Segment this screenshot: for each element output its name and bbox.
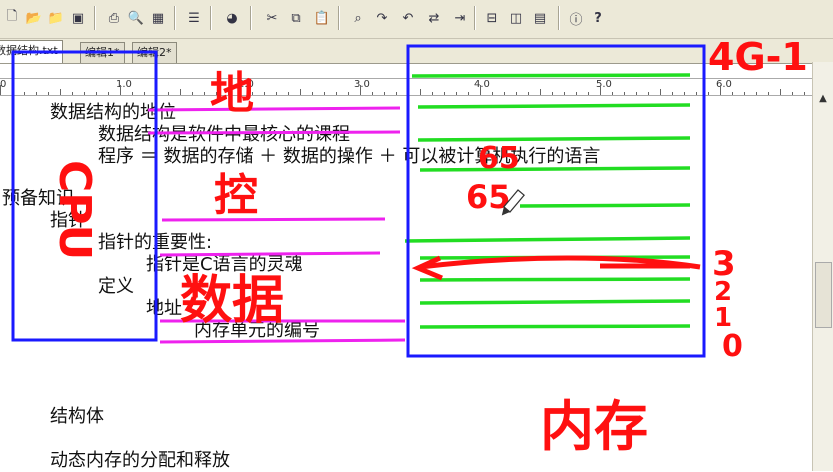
ruler-tick [600, 85, 601, 95]
replace-icon[interactable]: ⇄ [424, 8, 444, 28]
indent-icon[interactable]: ⇥ [450, 8, 470, 28]
ruler-label: 5.0 [596, 79, 612, 90]
toolbar-separator [94, 6, 96, 30]
ruler-tick [480, 85, 481, 95]
web-icon[interactable]: ◕ [222, 8, 242, 28]
toolbar-separator [474, 6, 476, 30]
tab-edit-1[interactable]: 编辑1* [80, 42, 125, 63]
toolbar-separator [210, 6, 212, 30]
toolbar: 🗋 📂 📁 ▣ ⎙ 🔍 ▦ ☰ ◕ ✂ ⧉ 📋 ⌕ ↷ ↶ ⇄ ⇥ ⊟ ◫ ▤ … [0, 0, 833, 39]
ruler-tick [720, 85, 721, 95]
doc-line: 程序 ＝ 数据的存储 ＋ 数据的操作 ＋ 可以被计算机执行的语言 [98, 146, 601, 167]
help-icon[interactable]: ? [588, 8, 608, 28]
ruler-label: 3.0 [354, 79, 370, 90]
tab-data-structure[interactable]: 数据结构.txt [0, 40, 63, 63]
toolbar-separator [558, 6, 560, 30]
save-icon[interactable]: ▣ [68, 8, 88, 28]
open-icon[interactable]: 📂 [24, 8, 44, 28]
columns-icon[interactable]: ◫ [506, 8, 526, 28]
info-icon[interactable]: ⓘ [566, 8, 586, 28]
window-icon[interactable]: ▤ [530, 8, 550, 28]
ruler-label: 6.0 [716, 79, 732, 90]
doc-line: 内存单元的编号 [194, 320, 320, 341]
align-icon[interactable]: ☰ [184, 8, 204, 28]
toolbar-separator [338, 6, 340, 30]
document-tabs: 数据结构.txt 编辑1* 编辑2* [0, 39, 833, 64]
doc-line: 定义 [98, 276, 134, 297]
print-icon[interactable]: ⎙ [104, 8, 124, 28]
ruler: 0 1.0 2.0 3.0 4.0 5.0 6.0 [0, 78, 813, 96]
toolbar-separator [174, 6, 176, 30]
scroll-thumb[interactable] [815, 262, 832, 328]
cut-icon[interactable]: ✂ [262, 8, 282, 28]
vertical-scrollbar[interactable]: ▲ [812, 62, 833, 471]
doc-line: 动态内存的分配和释放 [50, 450, 230, 471]
ruler-tick [360, 85, 361, 95]
scroll-up-icon[interactable]: ▲ [813, 90, 833, 108]
print-preview-icon[interactable]: 🔍 [126, 8, 146, 28]
open-folder-icon[interactable]: 📁 [46, 8, 66, 28]
document-body[interactable]: 数据结构的地位 数据结构是软件中最核心的课程 程序 ＝ 数据的存储 ＋ 数据的操… [0, 95, 813, 471]
doc-line: 指针是C语言的灵魂 [146, 254, 303, 275]
paste-icon[interactable]: 📋 [312, 8, 332, 28]
split-view-icon[interactable]: ⊟ [482, 8, 502, 28]
doc-line: 指针 [50, 210, 86, 231]
ruler-label: 1.0 [116, 79, 132, 90]
find-prev-icon[interactable]: ↶ [398, 8, 418, 28]
find-next-icon[interactable]: ↷ [372, 8, 392, 28]
new-icon[interactable]: 🗋 [2, 8, 22, 28]
spreadsheet-icon[interactable]: ▦ [148, 8, 168, 28]
tab-edit-2[interactable]: 编辑2* [132, 42, 177, 63]
doc-line: 结构体 [50, 406, 104, 427]
copy-icon[interactable]: ⧉ [286, 8, 306, 28]
ruler-label: 4.0 [474, 79, 490, 90]
toolbar-separator [250, 6, 252, 30]
find-icon[interactable]: ⌕ [348, 8, 368, 28]
ruler-tick [240, 85, 241, 95]
ruler-tick [0, 85, 1, 95]
doc-line: 地址 [146, 298, 182, 319]
ruler-tick [120, 85, 121, 95]
